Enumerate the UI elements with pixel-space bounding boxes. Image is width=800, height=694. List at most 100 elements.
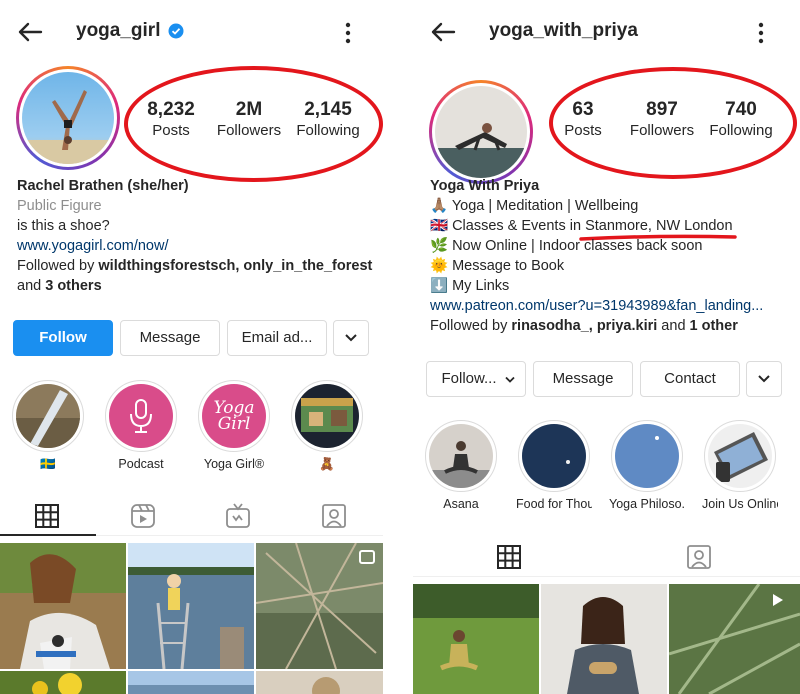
highlight-cover [429, 424, 493, 488]
highlight-label: Asana [443, 497, 479, 511]
highlight-cover [708, 424, 772, 488]
chevron-down-icon [758, 375, 770, 383]
highlight-item[interactable]: Podcast [103, 380, 179, 471]
verified-badge-icon [168, 23, 184, 39]
followed-by-prefix: Followed by [430, 318, 512, 334]
igtv-tab-icon[interactable] [224, 502, 252, 530]
grid-tab-icon[interactable] [495, 543, 523, 571]
followed-by-names: wildthingsforestsch, only_in_the_forest [98, 258, 373, 274]
followed-by[interactable]: Followed by wildthingsforestsch, only_in… [17, 256, 372, 276]
bio-line: 🙏🏽 Yoga | Meditation | Wellbeing [430, 198, 639, 214]
bio-line: 🌿 Now Online | Indoor classes back soon [430, 238, 703, 254]
back-arrow-icon[interactable] [16, 18, 44, 46]
highlight-label: Food for Thou... [516, 497, 592, 511]
highlight-label: 🇸🇪 [40, 457, 56, 471]
followed-by-prefix: Followed by [17, 258, 99, 274]
chevron-down-icon [505, 376, 515, 383]
chevron-down-icon [345, 334, 357, 342]
annotation-ellipse [124, 66, 383, 182]
post-thumbnail[interactable] [256, 543, 383, 669]
highlight-item[interactable]: 🧸 [289, 380, 365, 472]
location-text[interactable]: Stanmore, NW London [585, 218, 733, 234]
profile-avatar[interactable] [429, 80, 533, 184]
post-thumbnail[interactable] [541, 584, 667, 694]
username: yoga_girl [76, 20, 161, 41]
followed-by-names: rinasodha_, priya.kiri [511, 318, 658, 334]
post-thumbnail[interactable] [256, 671, 383, 694]
post-thumbnail[interactable] [413, 584, 539, 694]
post-thumbnail[interactable] [128, 671, 254, 694]
follow-dropdown-button[interactable]: Follow... [426, 361, 526, 397]
profile-avatar[interactable] [16, 66, 120, 170]
profile-link[interactable]: www.patreon.com/user?u=31943989&fan_land… [430, 296, 763, 316]
reels-tab-icon[interactable] [129, 502, 157, 530]
highlight-item[interactable]: Yoga Philoso... [609, 420, 685, 511]
post-thumbnail[interactable] [0, 543, 126, 669]
more-options-icon[interactable] [336, 20, 360, 46]
highlight-item[interactable]: Yoga Girl Yoga Girl® [196, 380, 272, 471]
bio-line-text: 🇬🇧 Classes & Events in [430, 218, 586, 234]
active-tab-indicator [0, 534, 96, 536]
profile-tabs [413, 537, 800, 577]
post-image [541, 584, 667, 694]
message-button[interactable]: Message [120, 320, 220, 356]
highlight-cover [16, 384, 80, 448]
profile-category: Public Figure [17, 198, 102, 214]
profile-tabs [0, 496, 383, 536]
highlight-label: Yoga Philoso... [609, 497, 685, 511]
follow-button-label: Follow... [441, 370, 497, 387]
profile-name: Yoga With Priya [430, 178, 540, 194]
suggested-dropdown-button[interactable] [746, 361, 782, 397]
suggested-dropdown-button[interactable] [333, 320, 369, 356]
followed-by[interactable]: Followed by rinasodha_, priya.kiri and 1… [430, 316, 738, 336]
bio-line-location: 🇬🇧 Classes & Events in Stanmore, NW Lond… [430, 216, 733, 236]
contact-button[interactable]: Contact [640, 361, 740, 397]
highlight-item[interactable]: Join Us Online [702, 420, 778, 511]
highlight-label: Yoga Girl® [203, 457, 265, 471]
post-thumbnail[interactable] [669, 584, 800, 694]
highlight-cover [295, 384, 359, 448]
followed-by-and: and [17, 278, 46, 294]
back-arrow-icon[interactable] [429, 18, 457, 46]
followed-by-and: and [657, 318, 690, 334]
yoga-girl-logo-text-2: Girl [217, 414, 251, 434]
more-options-icon[interactable] [749, 20, 773, 46]
highlight-item[interactable]: Food for Thou... [516, 420, 592, 511]
annotation-ellipse [549, 67, 797, 179]
highlight-label: Join Us Online [702, 497, 778, 511]
profile-bio: is this a shoe? [17, 218, 110, 234]
post-thumbnail[interactable] [128, 543, 254, 669]
podcast-icon [109, 384, 173, 448]
followed-by-others: 1 other [689, 318, 738, 334]
profile-panel-yoga-with-priya: yoga_with_priya 63 Posts 897 Followers 7… [413, 0, 800, 694]
bio-line: ⬇️ My Links [430, 278, 510, 294]
highlight-label: Podcast [118, 457, 164, 471]
grid-tab-icon[interactable] [33, 502, 61, 530]
username: yoga_with_priya [489, 20, 638, 41]
avatar-photo [435, 86, 527, 178]
profile-name: Rachel Brathen (she/her) [17, 178, 189, 194]
top-bar: yoga_girl [0, 14, 383, 50]
tagged-tab-icon[interactable] [320, 502, 348, 530]
post-image [128, 543, 254, 669]
follow-button[interactable]: Follow [13, 320, 113, 356]
followed-by-others: 3 others [45, 278, 102, 294]
tagged-tab-icon[interactable] [685, 543, 713, 571]
post-thumbnail[interactable] [0, 671, 126, 694]
post-image [128, 671, 254, 694]
bio-line: 🌞 Message to Book [430, 258, 565, 274]
profile-panel-yoga-girl: yoga_girl 8,232 Posts 2M Followers 2,145… [0, 0, 383, 694]
profile-link[interactable]: www.yogagirl.com/now/ [17, 236, 169, 256]
post-image [256, 671, 383, 694]
highlight-cover [522, 424, 586, 488]
top-bar: yoga_with_priya [413, 14, 800, 50]
followed-by-more[interactable]: and 3 others [17, 276, 102, 296]
post-image [256, 543, 383, 669]
post-image [0, 543, 126, 669]
highlight-item[interactable]: 🇸🇪 [10, 380, 86, 472]
email-button[interactable]: Email ad... [227, 320, 327, 356]
post-image [0, 671, 126, 694]
highlight-item[interactable]: Asana [423, 420, 499, 511]
message-button[interactable]: Message [533, 361, 633, 397]
highlight-cover [615, 424, 679, 488]
